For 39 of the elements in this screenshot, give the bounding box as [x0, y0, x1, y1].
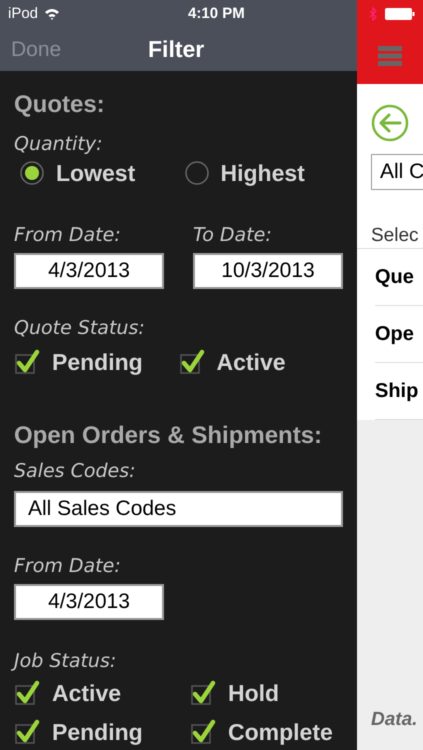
checkbox-label: Pending [52, 720, 143, 744]
nav-title: Filter [148, 35, 204, 64]
checkbox-label: Active [52, 682, 122, 704]
input-field[interactable]: 4/3/2013 [14, 253, 164, 289]
checkbox[interactable] [14, 349, 40, 375]
menu-item[interactable]: Que [375, 262, 414, 292]
checkbox-label: Complete [228, 720, 333, 744]
radio-button[interactable] [20, 161, 44, 185]
checkbox-label: Active [216, 350, 286, 374]
section-heading: Open Orders & Shipments: [14, 424, 324, 448]
field-label: From Date: [14, 557, 122, 576]
section-heading: Quotes: [14, 93, 106, 117]
checkbox-label: Pending [52, 350, 143, 374]
input-field[interactable]: All Sales Codes [14, 491, 343, 527]
field-label: To Date: [193, 226, 273, 245]
footer-text: Data. [371, 708, 418, 732]
field-label: From Date: [14, 226, 122, 245]
input-field[interactable]: 10/3/2013 [193, 253, 343, 289]
select-label: Selec [370, 224, 420, 248]
radio-button[interactable] [184, 161, 208, 185]
field-label: Quantity: [14, 135, 104, 154]
field-label: Sales Codes: [14, 462, 137, 481]
carrier-text: iPod [8, 4, 38, 24]
checkbox[interactable] [178, 349, 204, 375]
checkbox[interactable] [14, 719, 40, 745]
radio-label: Lowest [56, 158, 136, 188]
checkbox[interactable] [190, 680, 216, 706]
battery-icon [385, 8, 415, 20]
checkbox[interactable] [14, 680, 40, 706]
wifi-icon [44, 8, 60, 20]
time-text: 4:10 PM [188, 4, 245, 24]
radio-label: Highest [220, 158, 305, 188]
checkbox[interactable] [190, 719, 216, 745]
menu-item[interactable]: Ship [375, 376, 418, 406]
bluetooth-icon [369, 7, 377, 21]
checkbox-label: Hold [228, 682, 280, 704]
input-field[interactable]: 4/3/2013 [14, 584, 164, 620]
field-label: Quote Status: [14, 319, 146, 338]
menu-item[interactable]: Ope [375, 319, 414, 349]
